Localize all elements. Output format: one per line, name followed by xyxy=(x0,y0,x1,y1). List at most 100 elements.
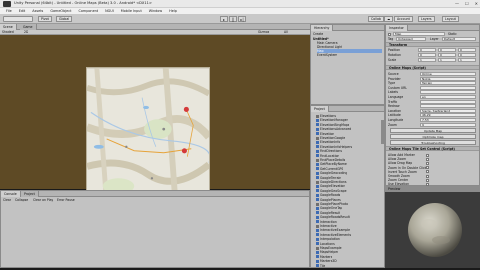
scale-x[interactable]: 1 xyxy=(418,58,436,62)
account-dropdown[interactable]: Account xyxy=(394,16,413,22)
project-file-item[interactable]: Tile xyxy=(316,264,325,268)
tab-project-bottom[interactable]: Project xyxy=(21,191,39,197)
menu-gameobject[interactable]: GameObject xyxy=(50,9,71,13)
tab-hierarchy[interactable]: Hierarchy xyxy=(311,25,334,31)
project-file-item[interactable]: GetPlaceByName xyxy=(316,162,347,166)
project-file-item[interactable]: Elevation xyxy=(316,132,334,136)
online-maps-component-header[interactable]: Online Maps (Script) xyxy=(386,65,479,70)
menu-help[interactable]: Help xyxy=(169,9,177,13)
project-file-item[interactable]: GoogleRoadsResult xyxy=(316,215,350,219)
menu-assets[interactable]: Assets xyxy=(32,9,43,13)
hierarchy-create-button[interactable]: Create xyxy=(313,32,323,36)
project-file-item[interactable]: Markers xyxy=(316,255,332,259)
option-checkbox[interactable] xyxy=(426,174,429,178)
project-file-item[interactable]: MapsHelper xyxy=(316,250,338,254)
project-file-item[interactable]: Interpolation xyxy=(316,237,340,241)
update-map-button[interactable]: Update Map xyxy=(390,128,476,133)
project-file-item[interactable]: ElevationGoogle xyxy=(316,136,345,140)
transform-tools-group[interactable] xyxy=(3,16,33,22)
project-file-item[interactable]: FindLocation xyxy=(316,154,339,158)
menu-ngui[interactable]: NGUI xyxy=(105,9,114,13)
console-clear-on-play-button[interactable]: Clear on Play xyxy=(33,198,53,202)
project-file-item[interactable]: Interactive xyxy=(316,224,337,228)
hierarchy-item[interactable]: EventSystem xyxy=(317,53,337,57)
menu-mobile-input[interactable]: Mobile Input xyxy=(121,9,142,13)
rotation-y[interactable]: 0 xyxy=(438,53,456,57)
layout-dropdown[interactable]: Layout xyxy=(442,16,459,22)
project-file-item[interactable]: GoogleGeocoding xyxy=(316,171,347,175)
2d-toggle[interactable]: 2D xyxy=(24,30,28,34)
option-checkbox[interactable] xyxy=(426,170,429,174)
project-file-item[interactable]: GoogleDirections xyxy=(316,180,347,184)
shading-dropdown[interactable]: Shaded xyxy=(2,30,14,34)
project-file-item[interactable]: ElevationInfo xyxy=(316,140,340,144)
field-value[interactable] xyxy=(420,104,476,109)
project-scrollbar[interactable] xyxy=(381,120,384,144)
position-x[interactable]: 0 xyxy=(418,48,436,52)
menu-edit[interactable]: Edit xyxy=(19,9,26,13)
field-value[interactable]: 7.53 xyxy=(420,118,476,122)
field-value[interactable] xyxy=(420,85,476,90)
project-file-item[interactable]: ElevationBingMaps xyxy=(316,123,349,127)
option-checkbox[interactable] xyxy=(426,161,429,165)
scale-y[interactable]: 1 xyxy=(438,58,456,62)
object-name-field[interactable]: Map xyxy=(393,32,445,36)
project-file-item[interactable]: GoogleTerrain xyxy=(316,176,341,180)
project-file-item[interactable]: InteractiveElements xyxy=(316,233,351,237)
gizmos-dropdown[interactable]: Gizmos xyxy=(258,30,269,34)
project-file-item[interactable]: FindPlaceDetails xyxy=(316,158,345,162)
project-file-item[interactable]: GoogleResult xyxy=(316,211,340,215)
project-file-item[interactable]: InteractiveExample xyxy=(316,228,350,232)
maximize-button[interactable]: ☐ xyxy=(465,1,469,6)
step-button[interactable]: ▸| xyxy=(238,16,246,22)
field-value[interactable]: Online xyxy=(420,72,476,76)
field-value[interactable]: 9 xyxy=(420,122,476,127)
project-file-item[interactable]: GooglePlaces xyxy=(316,198,341,202)
project-file-item[interactable]: Locations xyxy=(316,242,335,246)
option-checkbox[interactable] xyxy=(426,157,429,161)
field-value[interactable] xyxy=(420,90,476,95)
layer-dropdown[interactable]: Default xyxy=(442,37,476,41)
project-file-item[interactable]: Markers3D xyxy=(316,259,337,263)
minimize-button[interactable]: — xyxy=(455,1,459,6)
layers-dropdown[interactable]: Layers xyxy=(418,16,435,22)
console-collapse-button[interactable]: Collapse xyxy=(15,198,28,202)
project-file-item[interactable]: MapsExample xyxy=(316,246,342,250)
space-toggle[interactable]: Global xyxy=(56,16,73,22)
project-file-item[interactable]: ElevationManager xyxy=(316,118,348,122)
map-texture[interactable] xyxy=(86,67,210,205)
menu-component[interactable]: Component xyxy=(78,9,98,13)
tab-console[interactable]: Console xyxy=(1,191,21,197)
project-file-item[interactable]: Interaction xyxy=(316,220,337,224)
rotation-x[interactable]: 0 xyxy=(418,53,436,57)
tileset-control-header[interactable]: Online Maps Tile Set Control (Script) xyxy=(386,146,479,151)
project-file-item[interactable]: GooglePlacePhoto xyxy=(316,202,348,206)
project-file-item[interactable]: GoogleGeoScape xyxy=(316,189,347,193)
menu-window[interactable]: Window xyxy=(149,9,162,13)
play-button[interactable]: ▸ xyxy=(220,16,228,22)
tab-project[interactable]: Project xyxy=(311,106,329,112)
field-value[interactable]: 46.29 xyxy=(420,113,476,118)
material-preview-sphere[interactable] xyxy=(407,198,463,260)
project-file-item[interactable]: Elevations xyxy=(316,114,336,118)
position-z[interactable]: 0 xyxy=(458,48,476,52)
option-checkbox[interactable] xyxy=(426,166,429,170)
option-checkbox[interactable] xyxy=(426,178,429,182)
project-file-item[interactable]: FindDirections xyxy=(316,149,342,153)
search-all-field[interactable]: All xyxy=(284,30,288,34)
tab-inspector[interactable]: Inspector xyxy=(386,25,408,31)
optimize-map-button[interactable]: Optimize map xyxy=(390,134,476,139)
project-file-item[interactable]: GoogleRoads xyxy=(316,193,340,197)
menu-file[interactable]: File xyxy=(6,9,12,13)
field-value[interactable]: Sierre, Switzerland xyxy=(420,108,476,113)
scale-z[interactable]: 1 xyxy=(458,58,476,62)
close-button[interactable]: ✕ xyxy=(475,1,478,6)
pause-button[interactable]: ‖ xyxy=(229,16,237,22)
field-value[interactable]: Terrain xyxy=(420,81,476,86)
project-file-item[interactable]: GetCurrentGPS xyxy=(316,167,343,171)
option-checkbox[interactable] xyxy=(426,153,429,157)
rotation-z[interactable]: 0 xyxy=(458,53,476,57)
project-file-item[interactable]: GoogleElevation xyxy=(316,184,345,188)
tag-dropdown[interactable]: Untagged xyxy=(396,37,426,41)
scene-view[interactable]: Scene Game Shaded 2D Gizmos All xyxy=(0,24,310,205)
